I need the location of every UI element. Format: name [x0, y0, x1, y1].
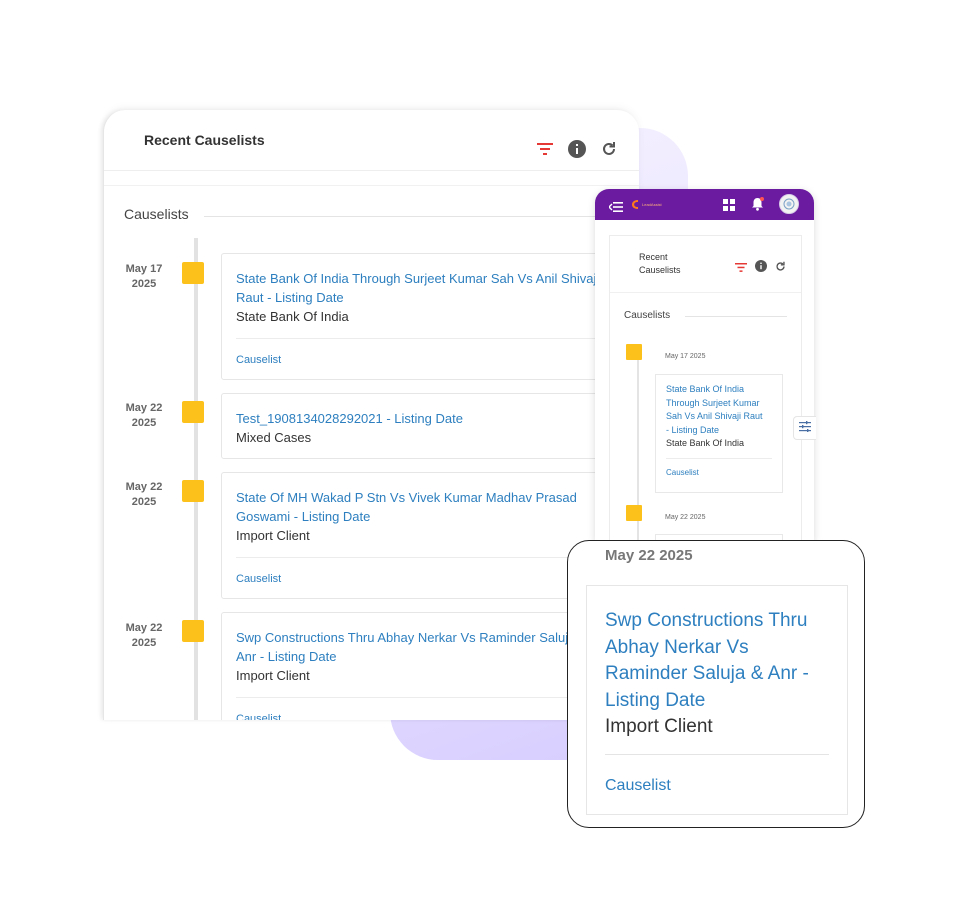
client-name: State Bank Of India: [236, 309, 349, 324]
timeline-marker: [626, 505, 642, 521]
mobile-top-bar: LeadAssist: [595, 189, 814, 220]
timeline-date: May 22 2025: [125, 481, 163, 508]
case-title-link[interactable]: Swp Constructions Thru Abhay Nerkar Vs R…: [605, 608, 829, 714]
case-title-link[interactable]: State Of MH Wakad P Stn Vs Vivek Kumar M…: [236, 488, 626, 526]
back-menu-icon[interactable]: [608, 199, 623, 217]
header-divider: [104, 171, 639, 186]
header-actions: [535, 139, 619, 159]
client-name: Import Client: [605, 716, 713, 737]
panel-title: Recent Causelists: [144, 132, 265, 148]
mobile-section-divider: [685, 316, 787, 317]
causelist-card[interactable]: Test_1908134028292021 - Listing Date Mix…: [221, 393, 639, 459]
timeline-marker: [182, 401, 204, 423]
timeline-date: May 17 2025: [125, 263, 163, 290]
sliders-icon: [799, 419, 811, 437]
mobile-panel-title: Recent Causelists: [639, 252, 681, 275]
user-avatar[interactable]: [779, 194, 799, 214]
panel-header: Recent Causelists: [104, 110, 639, 171]
timeline-date: May 22 2025: [125, 402, 163, 429]
timeline-date: May 17 2025: [665, 353, 706, 360]
refresh-icon[interactable]: [775, 259, 786, 277]
mobile-header-actions: [735, 259, 786, 277]
filter-icon[interactable]: [735, 259, 747, 277]
desktop-causelist-panel: Recent Causelists Causelists May 17 2025 …: [103, 110, 639, 720]
timeline-line: [194, 238, 198, 720]
mobile-app-preview: LeadAssist Recent Causelists Causelists M…: [595, 189, 814, 541]
filter-settings-tab[interactable]: [793, 416, 816, 440]
causelist-card[interactable]: State Bank Of India Through Surjeet Kuma…: [655, 374, 783, 493]
mobile-section-heading: Causelists: [624, 310, 671, 321]
timeline-marker: [182, 480, 204, 502]
brand-name: LeadAssist: [642, 202, 662, 207]
card-divider: [605, 754, 829, 755]
case-title-link[interactable]: State Bank Of India Through Surjeet Kuma…: [666, 383, 772, 437]
timeline-marker: [626, 344, 642, 360]
brand-logo: LeadAssist: [632, 200, 662, 209]
causelist-card[interactable]: Swp Constructions Thru Abhay Nerkar Vs R…: [586, 585, 848, 815]
timeline-date: May 22 2025: [665, 514, 706, 521]
info-icon[interactable]: [567, 139, 587, 159]
mobile-causelist-panel: Recent Causelists Causelists May 17 2025 …: [609, 235, 802, 541]
case-title-link[interactable]: Test_1908134028292021 - Listing Date: [236, 409, 626, 428]
section-heading: Causelists: [124, 206, 189, 222]
notification-bell-icon[interactable]: [751, 197, 764, 216]
case-title-link[interactable]: State Bank Of India Through Surjeet Kuma…: [236, 269, 626, 307]
causelist-card[interactable]: State Bank Of India Through Surjeet Kuma…: [221, 253, 639, 380]
filter-icon[interactable]: [535, 139, 555, 159]
causelist-link[interactable]: Causelist: [666, 459, 772, 487]
info-icon[interactable]: [755, 259, 767, 277]
client-name: Mixed Cases: [236, 430, 312, 445]
timeline-date: May 22 2025: [125, 622, 163, 649]
apps-grid-icon[interactable]: [723, 198, 735, 216]
client-name: State Bank Of India: [666, 438, 745, 448]
mobile-header-divider: [610, 292, 801, 293]
causelist-link[interactable]: Causelist: [236, 339, 626, 381]
client-name: Import Client: [236, 528, 310, 543]
refresh-icon[interactable]: [599, 139, 619, 159]
causelist-link[interactable]: Causelist: [605, 777, 829, 795]
timeline-marker: [182, 620, 204, 642]
timeline-date: May 22 2025: [605, 547, 693, 564]
section-divider: [204, 216, 639, 217]
timeline-marker: [182, 262, 204, 284]
zoom-callout: May 22 2025 Swp Constructions Thru Abhay…: [567, 540, 865, 828]
